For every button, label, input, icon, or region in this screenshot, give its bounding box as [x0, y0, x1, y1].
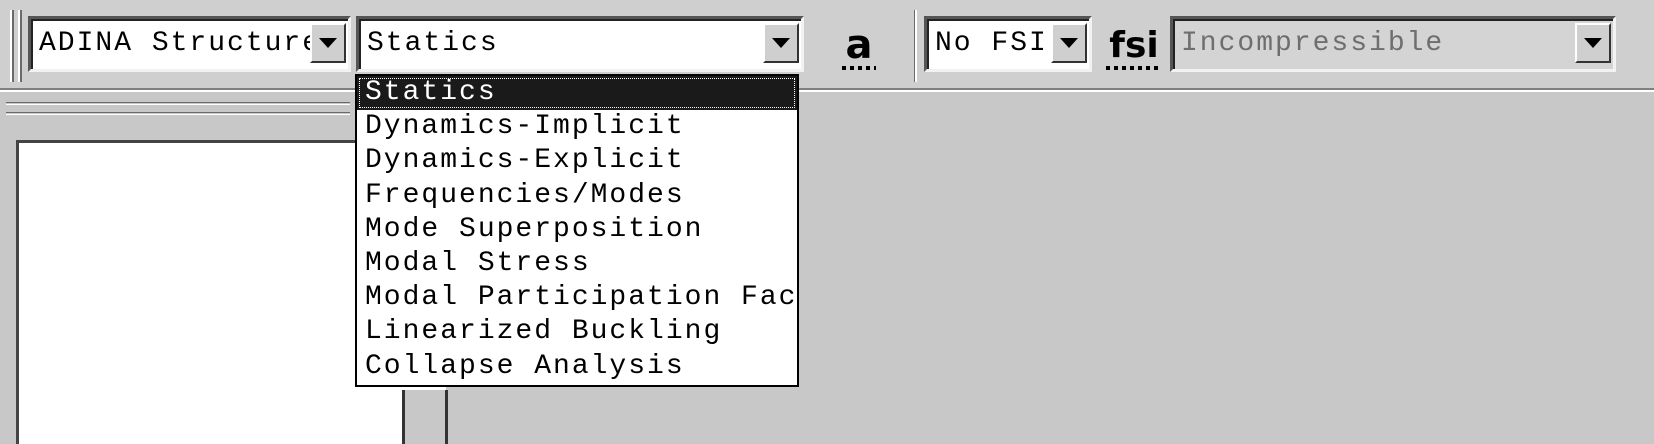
panel-scrollbar[interactable] [402, 390, 448, 444]
splitter-line [6, 102, 350, 105]
fluid-model-select-value: Incompressible [1181, 28, 1445, 59]
dropdown-option[interactable]: Linearized Buckling [357, 315, 797, 349]
dropdown-option[interactable]: Modal Participation Factor [357, 281, 797, 315]
toolbar-grip-inner [18, 10, 22, 82]
main-toolbar: ADINA Structure Statics a No FSI fsi Inc… [0, 0, 1654, 92]
fsi-select-value: No FSI [935, 28, 1048, 59]
dropdown-option[interactable]: Modal Stress [357, 247, 797, 281]
dropdown-option[interactable]: Statics [357, 76, 797, 111]
fluid-model-select: Incompressible [1170, 16, 1616, 72]
dropdown-option[interactable]: Collapse Analysis [357, 350, 797, 384]
splitter-line [6, 112, 350, 115]
program-select-value: ADINA Structure [39, 28, 322, 59]
chevron-down-icon[interactable] [763, 23, 799, 63]
analysis-type-dropdown-list[interactable]: Statics Dynamics-Implicit Dynamics-Explici… [355, 74, 799, 387]
dotted-underline [842, 66, 876, 70]
toolbar-grip[interactable] [10, 10, 14, 82]
dropdown-option[interactable]: Dynamics-Explicit [357, 144, 797, 178]
program-select[interactable]: ADINA Structure [28, 16, 351, 72]
dotted-underline [1106, 66, 1162, 70]
analysis-type-select[interactable]: Statics [356, 16, 804, 72]
analysis-options-icon-label: a [845, 22, 873, 68]
analysis-options-icon[interactable]: a [842, 18, 876, 72]
chevron-down-icon[interactable] [1051, 23, 1087, 63]
toolbar-separator [914, 10, 917, 82]
dropdown-option[interactable]: Frequencies/Modes [357, 179, 797, 213]
fsi-icon[interactable]: fsi [1106, 18, 1162, 72]
chevron-down-icon [1575, 23, 1611, 63]
chevron-down-icon[interactable] [310, 23, 346, 63]
analysis-type-select-value: Statics [367, 28, 499, 59]
dropdown-option[interactable]: Mode Superposition [357, 213, 797, 247]
fsi-select[interactable]: No FSI [924, 16, 1092, 72]
panel-splitter[interactable] [0, 94, 350, 130]
dropdown-option[interactable]: Dynamics-Implicit [357, 110, 797, 144]
fsi-icon-label: fsi [1109, 24, 1159, 66]
